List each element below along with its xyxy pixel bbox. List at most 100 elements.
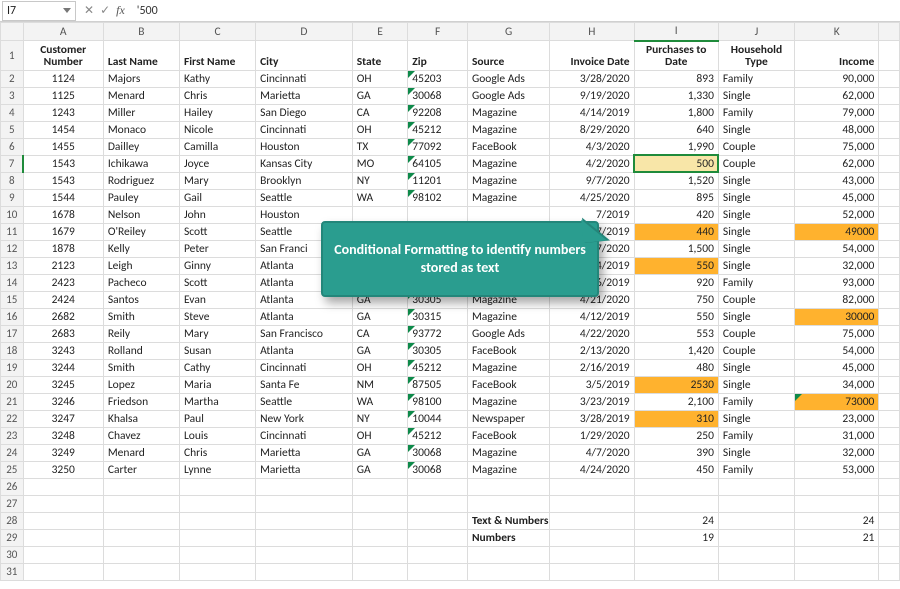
cell[interactable]: Chavez	[103, 427, 179, 444]
cell[interactable]	[256, 563, 353, 580]
cell[interactable]: 24	[634, 512, 718, 529]
cell[interactable]: 8/29/2020	[550, 121, 634, 138]
cell[interactable]: Susan	[179, 342, 255, 359]
row-header[interactable]: 29	[1, 529, 24, 546]
cell[interactable]	[634, 478, 718, 495]
cell[interactable]: 750	[634, 291, 718, 308]
cell[interactable]: 920	[634, 274, 718, 291]
cell[interactable]: 21	[795, 529, 879, 546]
cell[interactable]: Single	[718, 240, 794, 257]
cell[interactable]: Steve	[179, 308, 255, 325]
cell[interactable]: 2424	[23, 291, 103, 308]
cell[interactable]: OH	[352, 121, 408, 138]
name-box[interactable]: I7	[2, 1, 76, 21]
cell[interactable]: Martha	[179, 393, 255, 410]
cell[interactable]	[879, 189, 900, 206]
cell[interactable]: 11201	[408, 172, 468, 189]
cell[interactable]	[879, 342, 900, 359]
cell[interactable]: First Name	[179, 41, 255, 71]
cell[interactable]: 45212	[408, 121, 468, 138]
cell[interactable]: Chris	[179, 444, 255, 461]
row-header[interactable]: 5	[1, 121, 24, 138]
cell[interactable]: 30315	[408, 308, 468, 325]
cell[interactable]: Magazine	[467, 104, 549, 121]
cell[interactable]: Single	[718, 444, 794, 461]
cell[interactable]: Magazine	[467, 308, 549, 325]
cell[interactable]: San Francisco	[256, 325, 353, 342]
cell[interactable]: Income	[795, 41, 879, 71]
cell[interactable]: 93772	[408, 325, 468, 342]
cell[interactable]: 9/19/2020	[550, 87, 634, 104]
cell[interactable]: 48,000	[795, 121, 879, 138]
cell[interactable]: Chris	[179, 87, 255, 104]
cell[interactable]: 93,000	[795, 274, 879, 291]
cell[interactable]	[550, 478, 634, 495]
cell[interactable]	[718, 529, 794, 546]
cell[interactable]: 2682	[23, 308, 103, 325]
cell[interactable]: 54,000	[795, 342, 879, 359]
cell[interactable]	[879, 308, 900, 325]
cell[interactable]: Single	[718, 121, 794, 138]
cell[interactable]: Magazine	[467, 359, 549, 376]
cell[interactable]: Mary	[179, 172, 255, 189]
cell[interactable]	[352, 563, 408, 580]
cell[interactable]: OH	[352, 70, 408, 87]
cell[interactable]: 3245	[23, 376, 103, 393]
cell[interactable]	[467, 478, 549, 495]
cell[interactable]: Household Type	[718, 41, 794, 71]
enter-icon[interactable]: ✓	[100, 3, 110, 18]
cell[interactable]: 19	[634, 529, 718, 546]
col-K[interactable]: K	[795, 23, 879, 41]
cell[interactable]	[879, 291, 900, 308]
cell[interactable]: 450	[634, 461, 718, 478]
cell[interactable]: Marietta	[256, 87, 353, 104]
cell[interactable]	[879, 240, 900, 257]
cell[interactable]: Family	[718, 427, 794, 444]
cell[interactable]: Magazine	[467, 189, 549, 206]
cell[interactable]	[879, 70, 900, 87]
cell[interactable]: Seattle	[256, 189, 353, 206]
row-header[interactable]: 10	[1, 206, 24, 223]
cell[interactable]: Nelson	[103, 206, 179, 223]
cell[interactable]: 79,000	[795, 104, 879, 121]
cell[interactable]	[467, 563, 549, 580]
fx-icon[interactable]: fx	[116, 3, 125, 18]
cell[interactable]: Single	[718, 308, 794, 325]
cell[interactable]: 2/13/2020	[550, 342, 634, 359]
cell[interactable]: John	[179, 206, 255, 223]
cell[interactable]: Nicole	[179, 121, 255, 138]
row-header[interactable]: 6	[1, 138, 24, 155]
row-header[interactable]: 3	[1, 87, 24, 104]
row-header[interactable]: 20	[1, 376, 24, 393]
cell[interactable]	[795, 563, 879, 580]
cell[interactable]: Ichikawa	[103, 155, 179, 172]
cell[interactable]	[634, 546, 718, 563]
cell[interactable]: Cincinnati	[256, 359, 353, 376]
cell[interactable]: Seattle	[256, 393, 353, 410]
cell[interactable]	[879, 546, 900, 563]
cell[interactable]	[103, 563, 179, 580]
cell[interactable]: San Diego	[256, 104, 353, 121]
cell[interactable]: WA	[352, 393, 408, 410]
cell[interactable]	[879, 461, 900, 478]
cell[interactable]: Brooklyn	[256, 172, 353, 189]
cell[interactable]: Marietta	[256, 444, 353, 461]
cell[interactable]: Scott	[179, 274, 255, 291]
cell[interactable]: Newspaper	[467, 410, 549, 427]
cell[interactable]: Single	[718, 87, 794, 104]
cell[interactable]: 24	[795, 512, 879, 529]
row-header[interactable]: 12	[1, 240, 24, 257]
cell[interactable]: 3246	[23, 393, 103, 410]
cell[interactable]	[634, 563, 718, 580]
cell[interactable]: 45,000	[795, 359, 879, 376]
cell[interactable]: Menard	[103, 444, 179, 461]
cell[interactable]: GA	[352, 461, 408, 478]
cell[interactable]: OH	[352, 359, 408, 376]
cell[interactable]	[879, 206, 900, 223]
col-G[interactable]: G	[467, 23, 549, 41]
cell[interactable]: 1,500	[634, 240, 718, 257]
cell[interactable]: 4/7/2020	[550, 444, 634, 461]
cell[interactable]	[795, 478, 879, 495]
cell[interactable]: 75,000	[795, 138, 879, 155]
cell[interactable]: Purchases to Date	[634, 41, 718, 71]
